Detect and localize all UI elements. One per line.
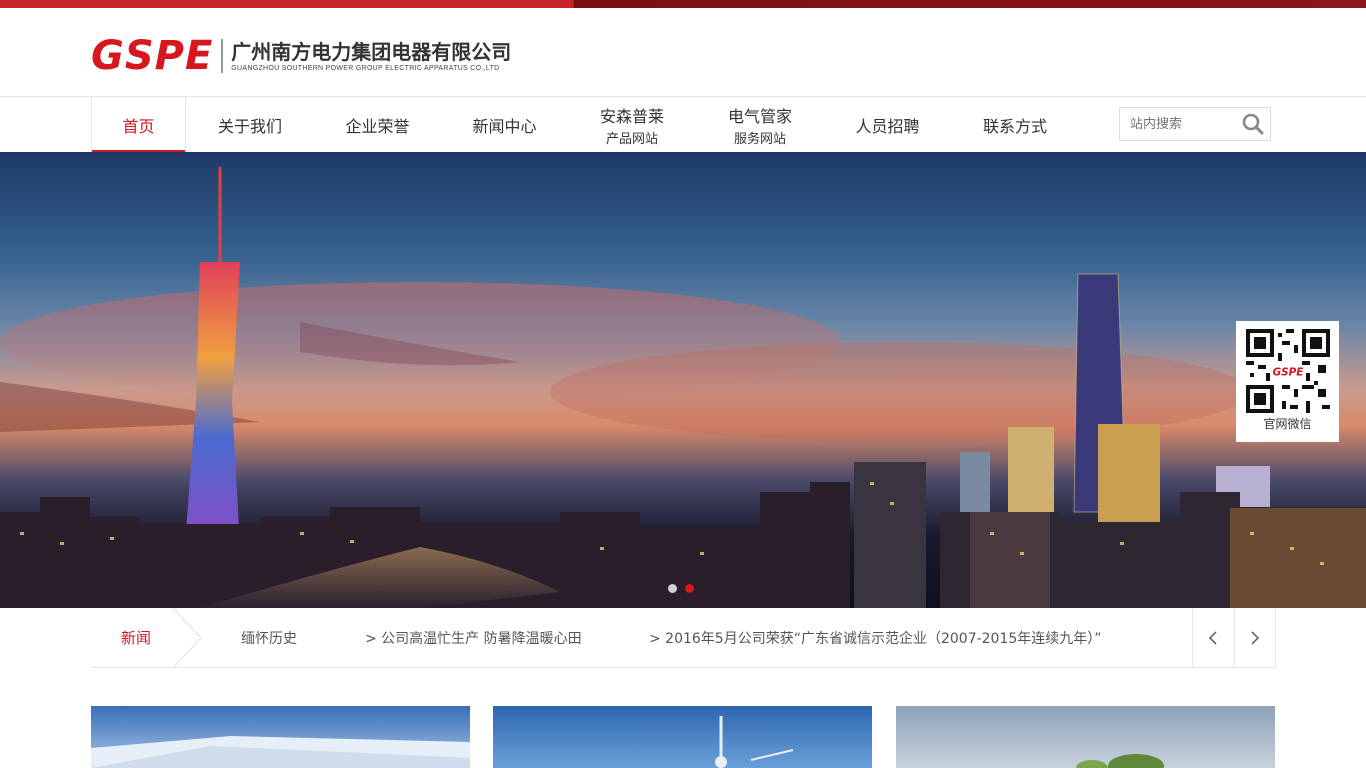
nav-label: 企业荣誉: [345, 117, 410, 136]
news-item[interactable]: 缅怀历史: [241, 608, 297, 667]
slider-dots: [668, 584, 694, 593]
card-image: [91, 706, 470, 768]
feature-card-2[interactable]: [493, 706, 872, 768]
search-input[interactable]: [1120, 109, 1236, 139]
nav-item-home[interactable]: 首页: [91, 97, 186, 153]
company-logo[interactable]: GSPE 广州南方电力集团电器有限公司 GUANGZHOU SOUTHERN P…: [91, 32, 511, 80]
city-skyline-image: [0, 167, 1366, 608]
nav-label: 首页: [122, 117, 155, 136]
logo-mark: GSPE: [91, 33, 214, 79]
nav-label: 新闻中心: [472, 117, 537, 136]
nav-item-service-site[interactable]: 电气管家 服务网站: [696, 97, 824, 153]
slider-dot[interactable]: [668, 584, 677, 593]
search-icon[interactable]: [1236, 108, 1270, 140]
news-ticker: 新闻 缅怀历史 > 公司高温忙生产 防暑降温暖心田 > 2016年5月公司荣获“…: [91, 608, 1276, 668]
arrow-divider-icon: [172, 608, 202, 668]
nav-item-product-site[interactable]: 安森普莱 产品网站: [568, 97, 696, 153]
logo-divider: [221, 39, 224, 73]
company-name: 广州南方电力集团电器有限公司: [231, 39, 512, 64]
nav-item-news[interactable]: 新闻中心: [441, 97, 568, 153]
nav-item-recruitment[interactable]: 人员招聘: [824, 97, 951, 153]
nav-label: 电气管家: [727, 107, 792, 126]
qr-code-icon: GSPE: [1245, 329, 1330, 413]
wechat-qr-widget[interactable]: GSPE 官网微信: [1236, 321, 1339, 442]
news-pager: [1192, 608, 1276, 667]
card-image: [493, 706, 872, 768]
chevron-left-icon[interactable]: [1193, 608, 1234, 667]
qr-label: 官网微信: [1263, 417, 1312, 431]
main-nav: 首页 关于我们 企业荣誉 新闻中心 安森普莱 产品网站 电气管家 服务网站 人员…: [0, 96, 1366, 153]
nav-item-contact[interactable]: 联系方式: [951, 97, 1079, 153]
feature-cards: [91, 706, 1276, 768]
nav-item-honors[interactable]: 企业荣誉: [314, 97, 441, 153]
qr-logo-text: GSPE: [1272, 366, 1303, 378]
slider-dot-active[interactable]: [685, 584, 694, 593]
nav-sublabel: 产品网站: [605, 132, 658, 147]
hero-banner[interactable]: GSPE 官网微信: [0, 152, 1366, 608]
site-search: [1119, 107, 1271, 141]
site-header: GSPE 广州南方电力集团电器有限公司 GUANGZHOU SOUTHERN P…: [0, 8, 1366, 96]
chevron-right-icon[interactable]: [1233, 608, 1275, 667]
nav-item-about[interactable]: 关于我们: [186, 97, 314, 153]
news-item[interactable]: > 2016年5月公司荣获“广东省诚信示范企业（2007-2015年连续九年）”: [649, 608, 1102, 667]
nav-label: 人员招聘: [855, 117, 920, 136]
logo-text: 广州南方电力集团电器有限公司 GUANGZHOU SOUTHERN POWER …: [231, 41, 511, 72]
company-name-en: GUANGZHOU SOUTHERN POWER GROUP ELECTRIC …: [231, 64, 500, 72]
nav-label: 安森普莱: [599, 107, 664, 126]
feature-card-1[interactable]: [91, 706, 470, 768]
news-item[interactable]: > 公司高温忙生产 防暑降温暖心田: [365, 608, 582, 667]
top-accent-bar: [0, 0, 1366, 8]
card-image: [896, 706, 1275, 768]
nav-label: 关于我们: [217, 117, 282, 136]
nav-sublabel: 服务网站: [733, 132, 786, 147]
nav-label: 联系方式: [982, 117, 1047, 136]
feature-card-3[interactable]: [896, 706, 1275, 768]
news-heading-label: 新闻: [120, 629, 151, 647]
